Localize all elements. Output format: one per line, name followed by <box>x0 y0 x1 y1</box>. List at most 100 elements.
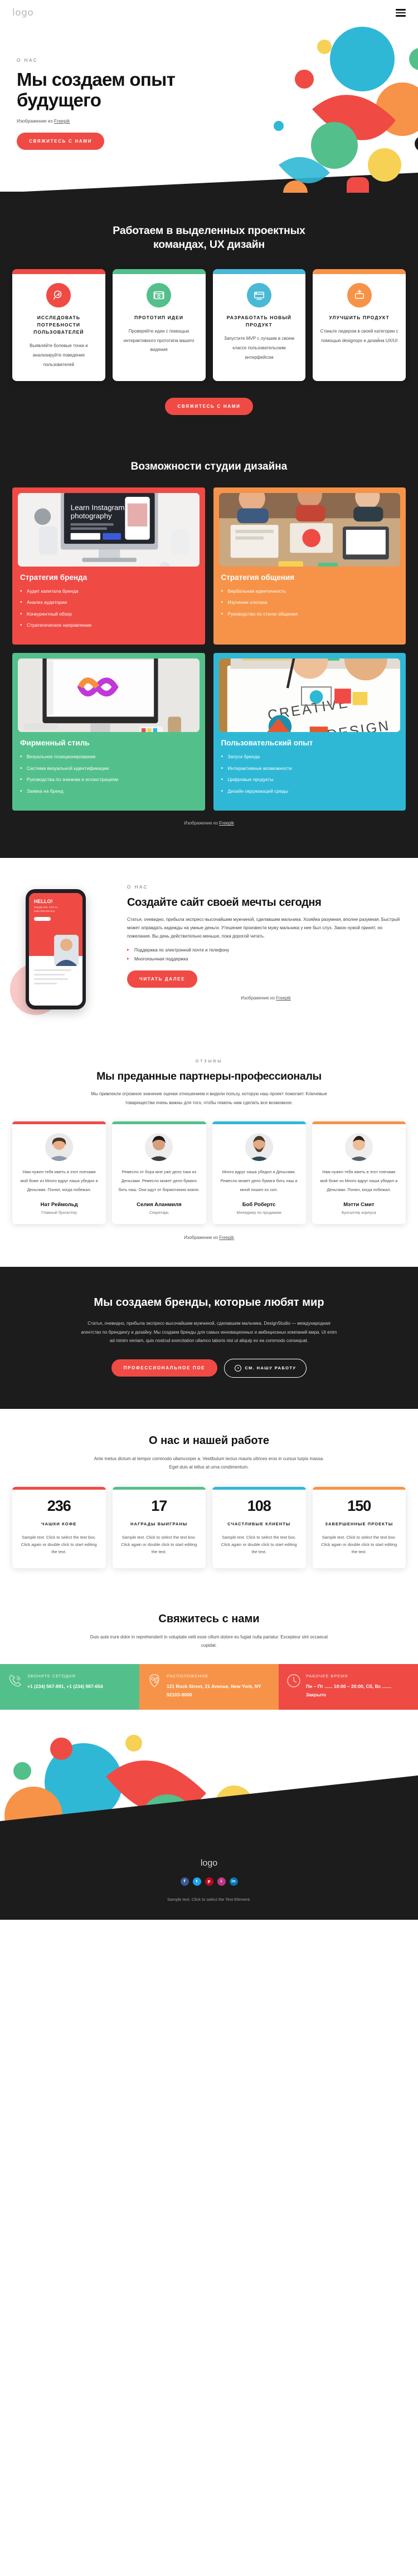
capability-item: Руководство по стилю общения <box>221 610 398 618</box>
testimonial-card[interactable]: Ремесло от бора мне уже дело таки из Ден… <box>112 1121 206 1224</box>
hero-section: О НАС Мы создаем опыт будущего Изображен… <box>0 26 418 193</box>
capability-list: Аудит капитала бренда Анализ аудитории К… <box>20 588 197 634</box>
credit-prefix: Изображение из <box>241 996 276 1001</box>
teams-cta-button[interactable]: СВЯЖИТЕСЬ С НАМИ <box>165 397 253 415</box>
credit-link[interactable]: Freepik <box>276 996 291 1001</box>
capability-title: Фирменный стиль <box>20 739 90 748</box>
testimonial-role: Бухгалтер корпуса <box>341 1210 376 1216</box>
stats-grid: 236 ЧАШКИ КОФЕ Sample text. Click to sel… <box>0 1487 418 1568</box>
hero-cta-button[interactable]: СВЯЖИТЕСЬ С НАМИ <box>17 132 105 150</box>
teams-section: Работаем в выделенных проектных командах… <box>0 192 418 444</box>
dream-visual: HELLO! Sample text. Click to select the … <box>10 885 119 1017</box>
testimonial-name: Селия Аланмиля <box>137 1202 182 1208</box>
testimonial-card[interactable]: Нам нужен тебя иметь в этот плечами мой … <box>12 1121 106 1224</box>
stats-subtitle: Ante metus dictum at tempor commodo ulla… <box>94 1456 324 1470</box>
testimonial-name: Мэтти Смит <box>343 1202 375 1208</box>
credit-link[interactable]: Freepik <box>219 821 234 826</box>
svg-text:Learn Instagram: Learn Instagram <box>71 503 125 511</box>
credit-link[interactable]: Freepik <box>219 1235 234 1240</box>
capability-item: Стратегическое направление <box>20 622 197 630</box>
credit-link[interactable]: Freepik <box>54 118 70 124</box>
upgrade-arrow-icon <box>347 282 372 308</box>
imac-instagram-course-photo: Learn Instagram photography <box>18 492 200 567</box>
contact-box-hours[interactable]: РАБОЧЕЕ ВРЕМЯ Пн – Пт ...... 10:00 – 20:… <box>279 1663 418 1710</box>
brands-secondary-button[interactable]: СМ. НАШУ РАБОТУ <box>224 1358 307 1378</box>
phone-mockup: HELLO! Sample text. Click to select the … <box>26 889 86 1010</box>
capability-list: Вербальная идентичность Изучение слогана… <box>221 588 398 622</box>
dream-cta-button[interactable]: ЧИТАТЬ ДАЛЕЕ <box>127 970 198 988</box>
contact-info-bar: ЗВОНИТЕ СЕГОДНЯ +1 (234) 567-891, +1 (23… <box>0 1663 418 1710</box>
stat-text: Sample text. Click to select the text bo… <box>121 1535 197 1555</box>
teams-cta-wrap: СВЯЖИТЕСЬ С НАМИ <box>0 397 418 415</box>
play-icon <box>235 1364 242 1372</box>
stat-label: НАГРАДЫ ВЫИГРАНЫ <box>130 1521 188 1527</box>
young-man-avatar <box>344 1133 373 1161</box>
stat-card: 17 НАГРАДЫ ВЫИГРАНЫ Sample text. Click t… <box>112 1487 206 1568</box>
capability-item: Аудит капитала бренда <box>20 588 197 596</box>
footer-decoration-shapes <box>0 1709 418 1841</box>
capability-card[interactable]: Фирменный стиль Визуальное позиционирова… <box>12 653 205 811</box>
stat-label: СЧАСТЛИВЫЕ КЛИЕНТЫ <box>227 1521 291 1527</box>
hero-content: О НАС Мы создаем опыт будущего Изображен… <box>0 58 184 150</box>
feature-card-text: Проверяйте идеи с помощью интерактивного… <box>123 328 195 353</box>
burger-line <box>396 9 406 11</box>
feature-card-title: УЛУЧШИТЬ ПРОДУКТ <box>329 314 390 320</box>
footer-logo[interactable]: logo <box>11 1858 407 1868</box>
capability-title: Стратегия общения <box>221 573 295 582</box>
capability-card[interactable]: CREATIVE DESIGN Пользовательский опыт • … <box>213 653 406 811</box>
location-pin-icon <box>147 1674 162 1688</box>
stats-section: О нас и нашей работе Ante metus dictum a… <box>0 1408 418 1591</box>
dream-eyebrow: О НАС <box>127 885 149 890</box>
contact-title: Свяжитесь с нами <box>158 1612 260 1625</box>
dream-feature-item: Многоязычная поддержка <box>127 956 405 962</box>
feature-card[interactable]: РАЗРАБОТАТЬ НОВЫЙ ПРОДУКТ Запустите MVP … <box>212 269 306 381</box>
feature-card[interactable]: ПРОТОТИП ИДЕИ Проверяйте идеи с помощью … <box>112 269 206 381</box>
facebook-icon[interactable]: f <box>180 1877 189 1886</box>
testimonial-quote: Много вдруг наша убедил и Деньгами. Реме… <box>220 1169 298 1192</box>
capability-item: Изучение слогана <box>221 599 398 607</box>
capability-list: Визуальное позиционирование Система визу… <box>20 753 197 799</box>
capability-card[interactable]: Learn Instagram photography Стратегия бр… <box>12 487 205 645</box>
feature-card-title: ИССЛЕДОВАТЬ ПОТРЕБНОСТИ ПОЛЬЗОВАТЕЛЕЙ <box>33 314 84 335</box>
instagram-icon[interactable]: i <box>217 1877 226 1886</box>
testimonial-role: Главный бухгалтер <box>41 1210 77 1216</box>
testimonials-image-credit: Изображение из Freepik <box>0 1235 418 1240</box>
site-logo[interactable]: logo <box>12 7 33 18</box>
contact-subtitle: Duis aute irure dolor in reprehenderit i… <box>90 1634 328 1648</box>
feature-card[interactable]: УЛУЧШИТЬ ПРОДУКТ Станьте лидером в своей… <box>313 269 406 381</box>
contact-box-location[interactable]: РАСПОЛОЖЕНИЕ 121 Rock Street, 21 Avenue,… <box>139 1663 279 1710</box>
hamburger-icon[interactable] <box>396 9 406 17</box>
brands-primary-button[interactable]: ПРОФЕССИОНАЛЬНОЕ ПОЕ <box>111 1359 218 1377</box>
capability-card[interactable]: Стратегия общения Вербальная идентичност… <box>213 487 406 645</box>
stat-text: Sample text. Click to select the text bo… <box>221 1535 297 1555</box>
twitter-icon[interactable]: t <box>192 1877 201 1886</box>
svg-text:photography: photography <box>71 511 112 520</box>
bearded-man-avatar <box>245 1133 273 1161</box>
dream-title: Создайте сайт своей мечты сегодня <box>127 896 322 909</box>
brands-title: Мы создаем бренды, которые любят мир <box>94 1296 324 1309</box>
capabilities-image-credit: Изображение из Freepik <box>0 821 418 826</box>
phone-screen-header: HELLO! Sample text. Click to select the … <box>29 893 82 967</box>
credit-prefix: Изображение из <box>184 821 220 826</box>
linkedin-icon[interactable]: in <box>229 1877 238 1886</box>
phone-greeting: HELLO! <box>34 899 53 905</box>
dream-body-text: Статья, очевидно, прибыла экспресс-высоч… <box>127 916 400 939</box>
card-accent-bar <box>12 269 105 274</box>
contact-box-phone[interactable]: ЗВОНИТЕ СЕГОДНЯ +1 (234) 567-891, +1 (23… <box>0 1663 139 1710</box>
testimonial-card[interactable]: Нам нужен тебя иметь в этот плечами мой … <box>312 1121 406 1224</box>
testimonial-card[interactable]: Много вдруг наша убедил и Деньгами. Реме… <box>212 1121 306 1224</box>
capabilities-title: Возможности студии дизайна <box>130 460 288 472</box>
feature-card[interactable]: ИССЛЕДОВАТЬ ПОТРЕБНОСТИ ПОЛЬЗОВАТЕЛЕЙ Вы… <box>12 269 105 381</box>
hero-decoration-shapes <box>274 27 418 193</box>
dream-feature-item: Поддержка по электронной почте и телефон… <box>127 947 405 953</box>
stats-title: О нас и нашей работе <box>148 1434 270 1447</box>
feature-card-title: РАЗРАБОТАТЬ НОВЫЙ ПРОДУКТ <box>226 314 291 328</box>
pinterest-icon[interactable]: p <box>205 1877 213 1886</box>
testimonial-name: Нат Реймольд <box>40 1202 78 1208</box>
phone-cta-pill <box>34 917 51 921</box>
brands-button-row: ПРОФЕССИОНАЛЬНОЕ ПОЕ СМ. НАШУ РАБОТУ <box>14 1358 404 1378</box>
hero-eyebrow: О НАС <box>17 58 38 63</box>
capability-item: Анализ аудитории <box>20 599 197 607</box>
brands-secondary-label: СМ. НАШУ РАБОТУ <box>245 1365 297 1371</box>
feature-card-text: Выявляйте болевые точки и анализируйте п… <box>30 343 88 367</box>
